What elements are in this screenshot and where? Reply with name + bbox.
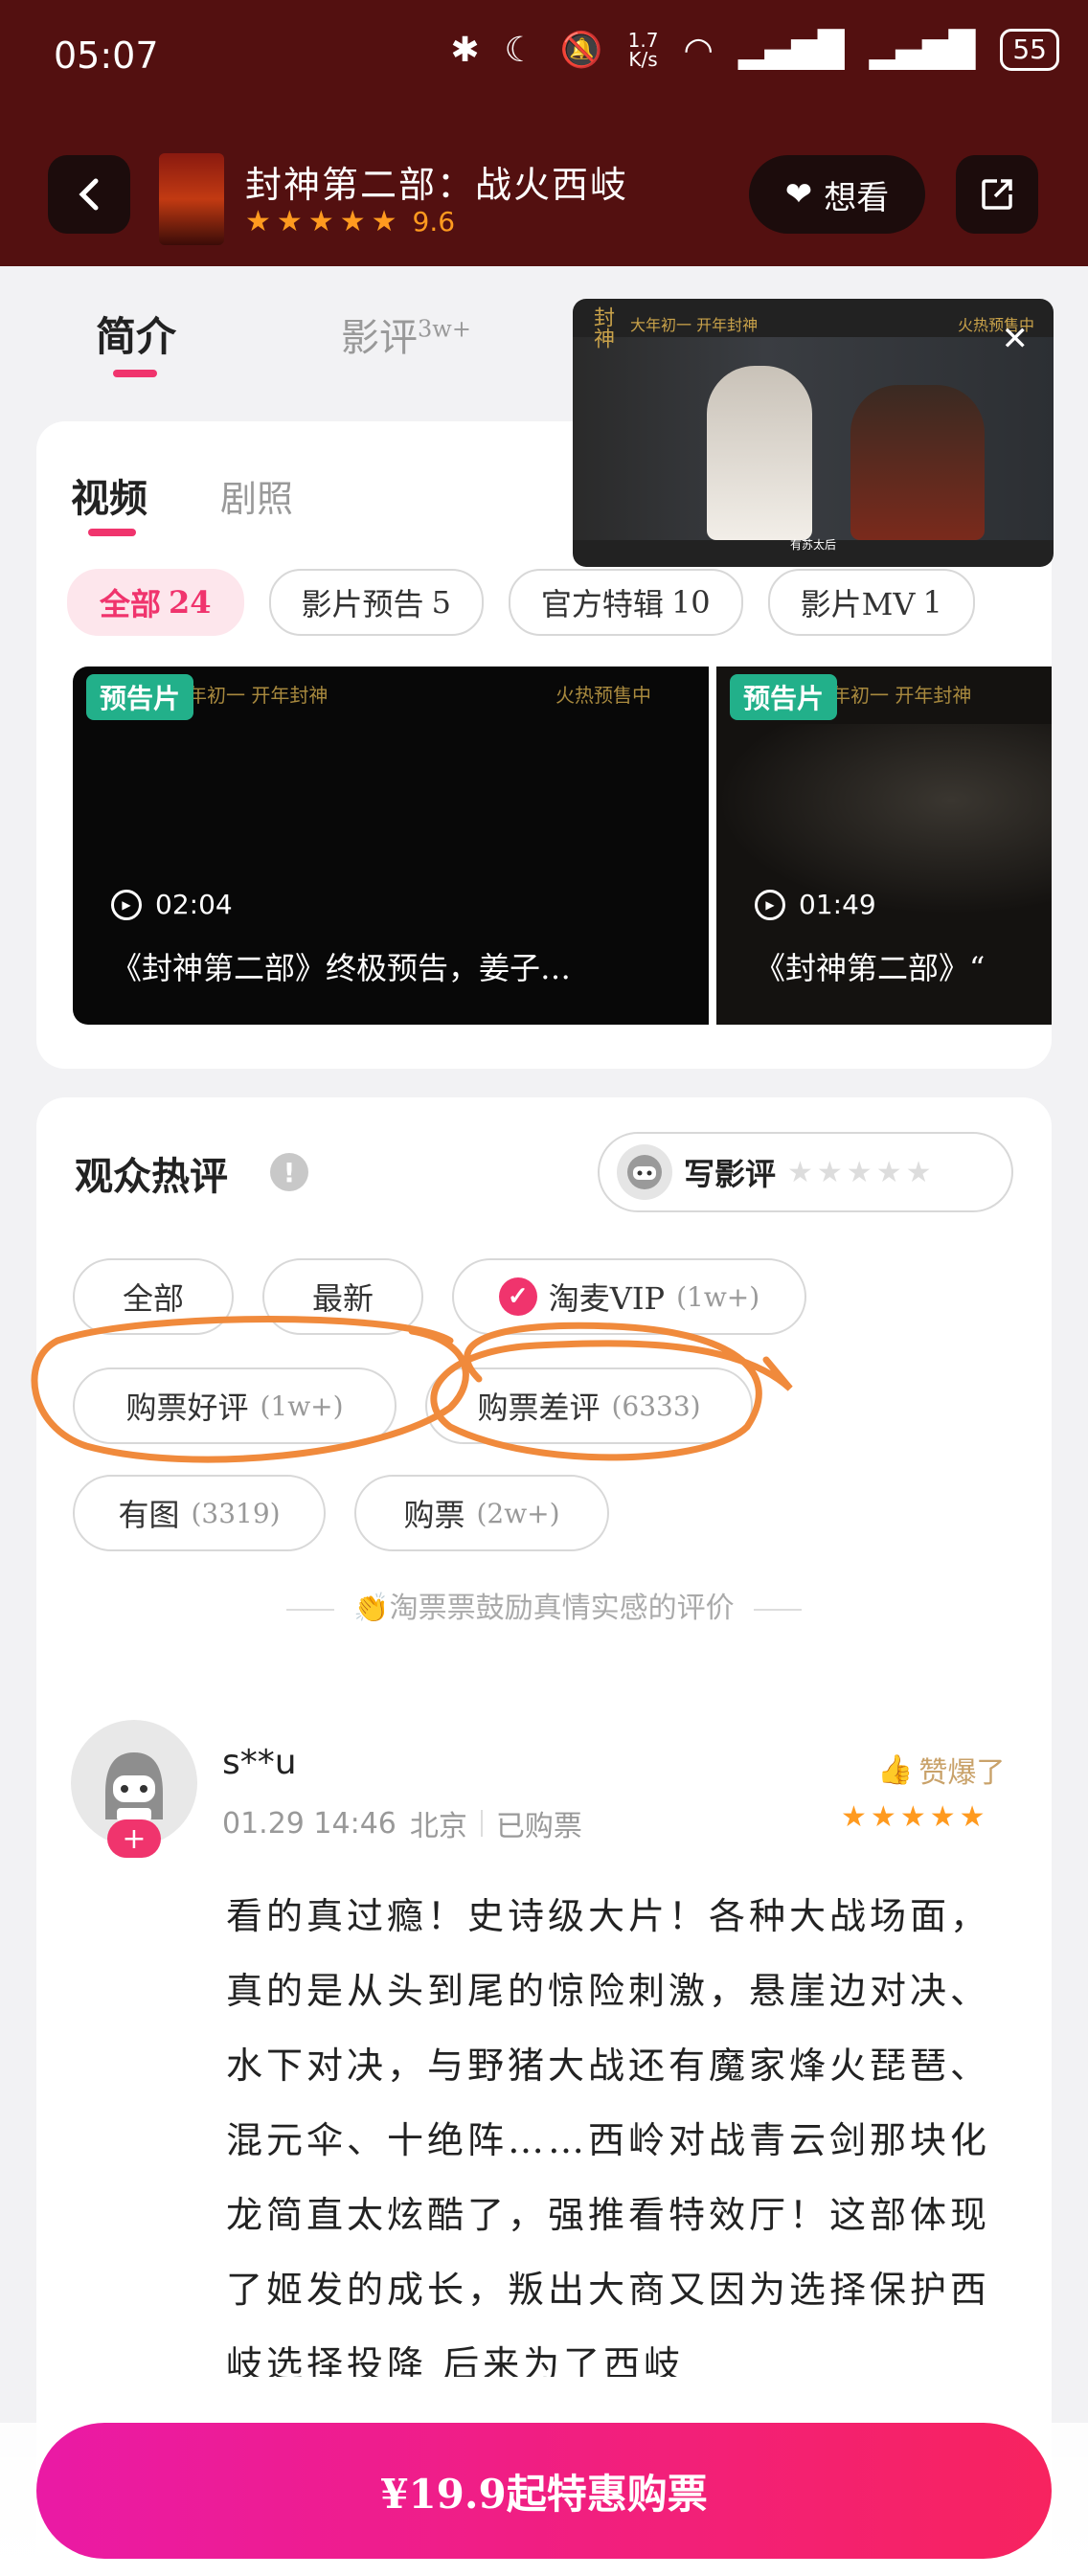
- star-icon: ★: [841, 1800, 867, 1834]
- star-icon: ★: [870, 1800, 896, 1834]
- tab-intro[interactable]: 简介: [96, 305, 176, 363]
- movie-rating: ★ ★ ★ ★ ★ 9.6: [245, 205, 455, 238]
- video-category-chips: 全部 24 影片预告 5 官方特辑 10 影片MV 1: [67, 569, 975, 636]
- review-text[interactable]: 看的真过瘾！史诗级大片！各种大战场面，真的是从头到尾的惊险刺激，悬崖边对决、水下…: [226, 1879, 1011, 2377]
- star-icon: ★: [307, 205, 334, 238]
- rating-value: 9.6: [412, 206, 456, 237]
- filter-purchased[interactable]: 购票 (2w+): [354, 1475, 609, 1551]
- mini-watermark: 大年初一 开年封神: [630, 316, 759, 334]
- share-button[interactable]: [956, 155, 1038, 234]
- video-card[interactable]: 大年初一 开年封神 火热预售中 预告片 ▶ 02:04 《封神第二部》终极预告，姜…: [73, 667, 709, 1025]
- mini-player[interactable]: 封神 大年初一 开年封神 火热预售中 ✕ 有苏太后: [573, 299, 1054, 567]
- chevron-left-icon: [79, 178, 99, 211]
- play-icon: ▶: [111, 889, 142, 920]
- tab-photos[interactable]: 剧照: [220, 469, 293, 522]
- chip-featurettes[interactable]: 官方特辑 10: [508, 569, 743, 636]
- reviews-title: 观众热评: [75, 1154, 228, 1199]
- star-icon: ★: [959, 1800, 986, 1834]
- net-speed: 1.7 K/s: [627, 29, 659, 71]
- moon-icon: ☾: [504, 30, 535, 70]
- star-icon: ★: [339, 205, 366, 238]
- video-watermark: 火热预售中: [555, 684, 651, 707]
- mini-caption: 有苏太后: [789, 538, 836, 552]
- review-stars: ★ ★ ★ ★ ★: [841, 1800, 986, 1834]
- write-review-button[interactable]: 写影评 ★★★★★: [598, 1132, 1013, 1212]
- divider: [286, 1609, 335, 1611]
- video-title: 《封神第二部》终极预告，姜子…: [111, 950, 572, 986]
- review-meta: 01.29 14:46 北京 已购票: [222, 1806, 582, 1844]
- scene-figure: [707, 366, 812, 540]
- video-tag: 预告片: [730, 674, 838, 720]
- signal-icon-1: ▂▄▆█: [737, 30, 845, 70]
- video-duration: ▶ 01:49: [755, 889, 876, 920]
- mini-player-frame: [573, 337, 1054, 540]
- status-icons: ✱ ☾ 🔕 1.7 K/s ◠ ▂▄▆█ ▂▄▆█ 55: [450, 29, 1059, 71]
- encourage-note: 👏淘票票鼓励真情实感的评价: [0, 1584, 1088, 1626]
- share-icon: [982, 179, 1012, 210]
- mascot-icon: [105, 1752, 163, 1821]
- back-button[interactable]: [48, 155, 130, 234]
- chip-all[interactable]: 全部 24: [67, 569, 244, 636]
- heart-icon: ❤: [784, 175, 813, 214]
- active-tab-indicator: [113, 370, 157, 377]
- star-icon: ★: [929, 1800, 956, 1834]
- movie-title: 封神第二部：战火西岐: [245, 164, 629, 206]
- filter-bad-reviews[interactable]: 购票差评 (6333): [425, 1367, 753, 1444]
- thumbs-up-icon: 👍: [877, 1752, 914, 1787]
- star-icon: ★: [899, 1800, 926, 1834]
- scene-figure: [850, 385, 985, 540]
- mascot-icon: [627, 1155, 662, 1189]
- status-time: 05:07: [54, 34, 159, 77]
- tab-video[interactable]: 视频: [71, 467, 147, 523]
- info-icon[interactable]: !: [270, 1153, 308, 1191]
- divider: [480, 1810, 483, 1837]
- signal-icon-2: ▂▄▆█: [869, 30, 976, 70]
- filter-vip[interactable]: ✓ 淘麦VIP (1w+): [452, 1258, 806, 1335]
- buy-ticket-button[interactable]: ¥19.9起特惠购票: [36, 2423, 1052, 2559]
- rating-stars-input[interactable]: ★★★★★: [787, 1156, 935, 1189]
- follow-plus-button[interactable]: +: [107, 1819, 161, 1858]
- star-icon: ★: [245, 205, 271, 238]
- star-icon: ★: [276, 205, 303, 238]
- filter-good-reviews[interactable]: 购票好评 (1w+): [73, 1367, 397, 1444]
- video-duration: ▶ 02:04: [111, 889, 233, 920]
- bluetooth-icon: ✱: [450, 30, 480, 70]
- battery-icon: 55: [1000, 29, 1059, 71]
- divider: [753, 1609, 802, 1611]
- video-tag: 预告片: [86, 674, 194, 720]
- wifi-icon: ◠: [683, 30, 714, 70]
- chip-trailers[interactable]: 影片预告 5: [268, 569, 484, 636]
- mini-logo: 封神: [590, 306, 614, 349]
- tab-review[interactable]: 影评3w+: [341, 306, 471, 362]
- filter-all[interactable]: 全部: [73, 1258, 234, 1335]
- reviewer-name[interactable]: s**u: [222, 1743, 297, 1782]
- avatar: [617, 1144, 672, 1200]
- video-card[interactable]: 大年初一 开年封神 预告片 ▶ 01:49 《封神第二部》“: [716, 667, 1052, 1025]
- mute-icon: 🔕: [559, 31, 603, 70]
- filter-with-photos[interactable]: 有图 (3319): [73, 1475, 326, 1551]
- close-icon[interactable]: ✕: [1002, 320, 1030, 358]
- play-icon: ▶: [755, 889, 785, 920]
- video-tab-indicator: [88, 529, 136, 536]
- clap-icon: 👏: [353, 1592, 390, 1625]
- vip-icon: ✓: [498, 1277, 537, 1316]
- write-review-label: 写影评: [684, 1156, 777, 1192]
- filter-latest[interactable]: 最新: [262, 1258, 423, 1335]
- want-to-see-button[interactable]: ❤ 想看: [749, 155, 925, 234]
- star-icon: ★: [371, 205, 397, 238]
- video-title: 《封神第二部》“: [755, 950, 986, 986]
- want-label: 想看: [824, 178, 890, 217]
- review-badge: 👍 赞爆了: [877, 1752, 1006, 1791]
- chip-mv[interactable]: 影片MV 1: [767, 569, 975, 636]
- movie-poster[interactable]: [159, 153, 224, 245]
- video-thumbnail: [716, 724, 1052, 915]
